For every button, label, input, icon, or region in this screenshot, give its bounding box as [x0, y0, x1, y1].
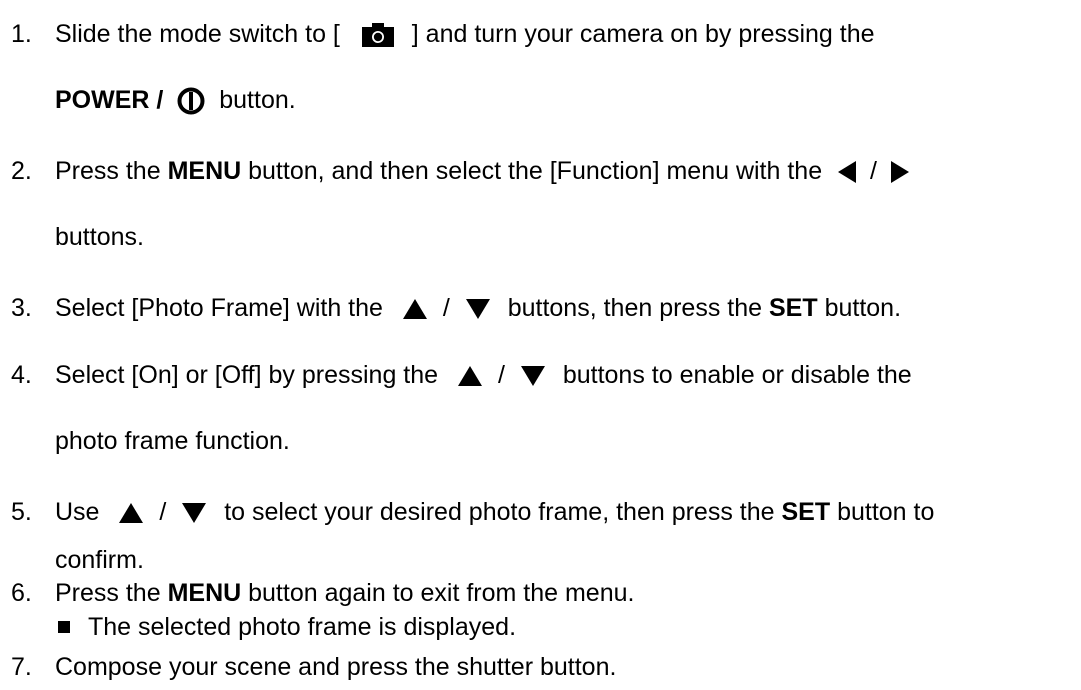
step-4-line-1: Select [On] or [Off] by pressing the / b… — [55, 341, 912, 409]
step-text: button to — [837, 498, 935, 526]
set-label: SET — [769, 294, 818, 322]
step-number: 7. — [11, 653, 32, 681]
step-number: 3. — [11, 294, 32, 322]
step-2-line-2: buttons. — [55, 203, 144, 271]
step-5-line-2: confirm. — [55, 545, 144, 575]
step-text: Slide the mode switch to [ — [55, 20, 340, 48]
step-text: buttons. — [55, 223, 144, 251]
up-arrow-icon — [457, 365, 483, 387]
step-text: / — [497, 361, 505, 389]
set-label: SET — [781, 498, 831, 526]
step-text: buttons, then press the — [507, 294, 763, 322]
step-number: 6. — [11, 579, 32, 607]
step-text: photo frame function. — [55, 427, 290, 455]
step-7-line-1: Compose your scene and press the shutter… — [55, 652, 616, 682]
left-arrow-icon — [837, 160, 857, 184]
right-arrow-icon — [890, 160, 910, 184]
step-3-line-1: Select [Photo Frame] with the / buttons,… — [55, 274, 901, 342]
step-text: Press the — [55, 157, 161, 185]
step-text: Press the — [55, 579, 161, 607]
step-6-line-1: Press the MENU button again to exit from… — [55, 578, 634, 608]
square-bullet-icon — [58, 621, 70, 633]
step-4-line-2: photo frame function. — [55, 407, 290, 475]
step-number: 4. — [11, 361, 32, 389]
power-icon — [176, 86, 206, 116]
step-text: button. — [219, 86, 296, 114]
down-arrow-icon — [465, 298, 491, 320]
step-text: / — [870, 157, 877, 185]
step-text: button. — [824, 294, 902, 322]
camera-icon — [361, 22, 395, 48]
step-2-line-1: Press the MENU button, and then select t… — [55, 137, 910, 205]
step-5-line-1: Use / to select your desired photo frame… — [55, 478, 934, 546]
down-arrow-icon — [520, 365, 546, 387]
step-text: / — [442, 294, 450, 322]
up-arrow-icon — [118, 502, 144, 524]
step-1-line-1: Slide the mode switch to [ ] and turn yo… — [55, 0, 875, 68]
step-number: 5. — [11, 498, 32, 526]
step-text: confirm. — [55, 546, 144, 574]
step-text: ] and turn your camera on by pressing th… — [411, 20, 875, 48]
step-1-line-2: POWER / button. — [55, 66, 296, 134]
step-text: Select [On] or [Off] by pressing the — [55, 361, 439, 389]
step-number: 1. — [11, 20, 32, 48]
step-text: Use — [55, 498, 100, 526]
step-text: Select [Photo Frame] with the — [55, 294, 383, 322]
bullet-text: The selected photo frame is displayed. — [88, 613, 517, 641]
step-text: / — [159, 498, 167, 526]
step-number: 2. — [11, 157, 32, 185]
up-arrow-icon — [402, 298, 428, 320]
step-text: Compose your scene and press the shutter… — [55, 653, 617, 681]
step-text: to select your desired photo frame, then… — [224, 498, 775, 526]
step-text: button again to exit from the menu. — [248, 579, 635, 607]
menu-label: MENU — [167, 157, 242, 185]
step-text: buttons to enable or disable the — [562, 361, 912, 389]
menu-label: MENU — [167, 579, 242, 607]
power-label: POWER / — [55, 86, 164, 114]
manual-page: 1. Slide the mode switch to [ ] and turn… — [0, 0, 1081, 690]
step-text: button, and then select the [Function] m… — [248, 157, 823, 185]
step-6-bullet: The selected photo frame is displayed. — [58, 612, 516, 642]
down-arrow-icon — [181, 502, 207, 524]
